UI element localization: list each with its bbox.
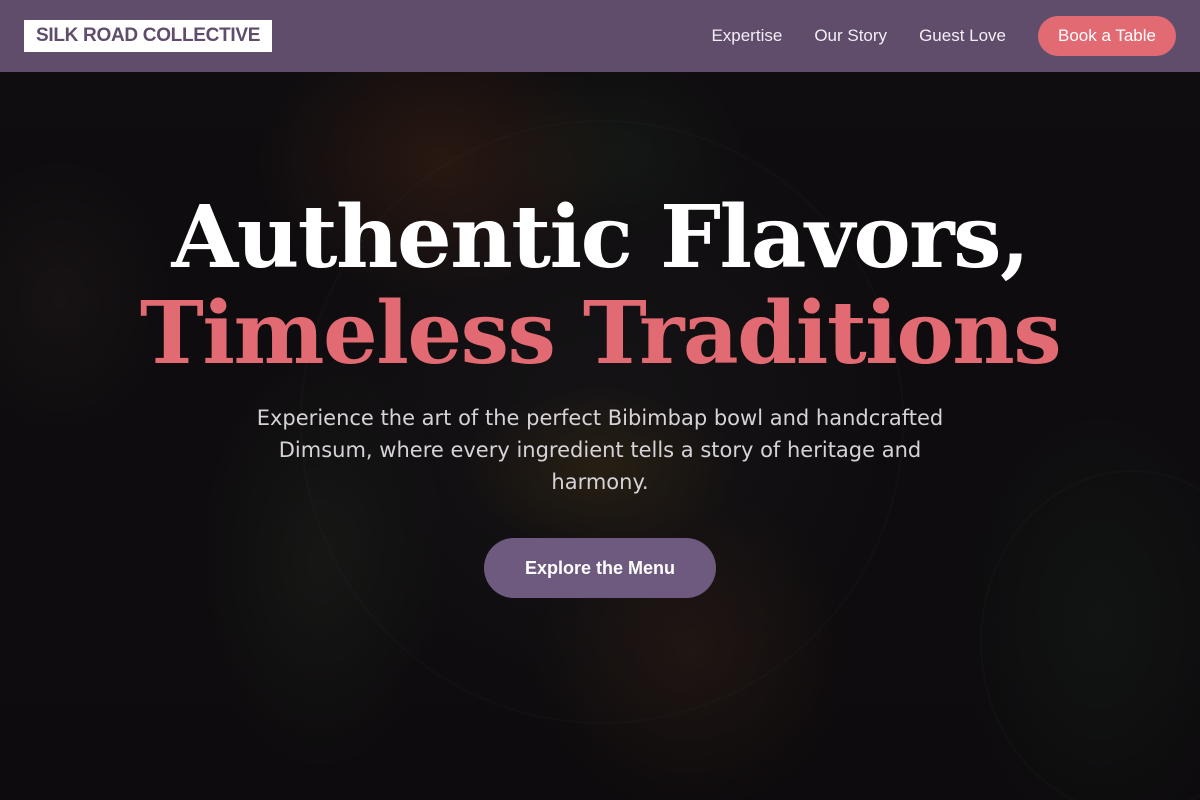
nav-link-our-story[interactable]: Our Story bbox=[814, 26, 887, 46]
nav-link-guest-love[interactable]: Guest Love bbox=[919, 26, 1006, 46]
page: SILK ROAD COLLECTIVE Expertise Our Story… bbox=[0, 0, 1200, 800]
hero-headline: Authentic Flavors, Timeless Traditions bbox=[0, 190, 1200, 382]
explore-menu-button[interactable]: Explore the Menu bbox=[484, 538, 716, 598]
hero-section: Authentic Flavors, Timeless Traditions E… bbox=[0, 190, 1200, 598]
hero-description: Experience the art of the perfect Bibimb… bbox=[256, 406, 944, 494]
hero-headline-line2: Timeless Traditions bbox=[139, 283, 1062, 384]
nav-link-expertise[interactable]: Expertise bbox=[711, 26, 782, 46]
book-table-button[interactable]: Book a Table bbox=[1038, 16, 1176, 56]
hero-headline-line1: Authentic Flavors, bbox=[171, 187, 1030, 288]
nav-links: Expertise Our Story Guest Love Book a Ta… bbox=[711, 16, 1176, 56]
top-navbar: SILK ROAD COLLECTIVE Expertise Our Story… bbox=[0, 0, 1200, 72]
brand-logo[interactable]: SILK ROAD COLLECTIVE bbox=[24, 20, 273, 52]
